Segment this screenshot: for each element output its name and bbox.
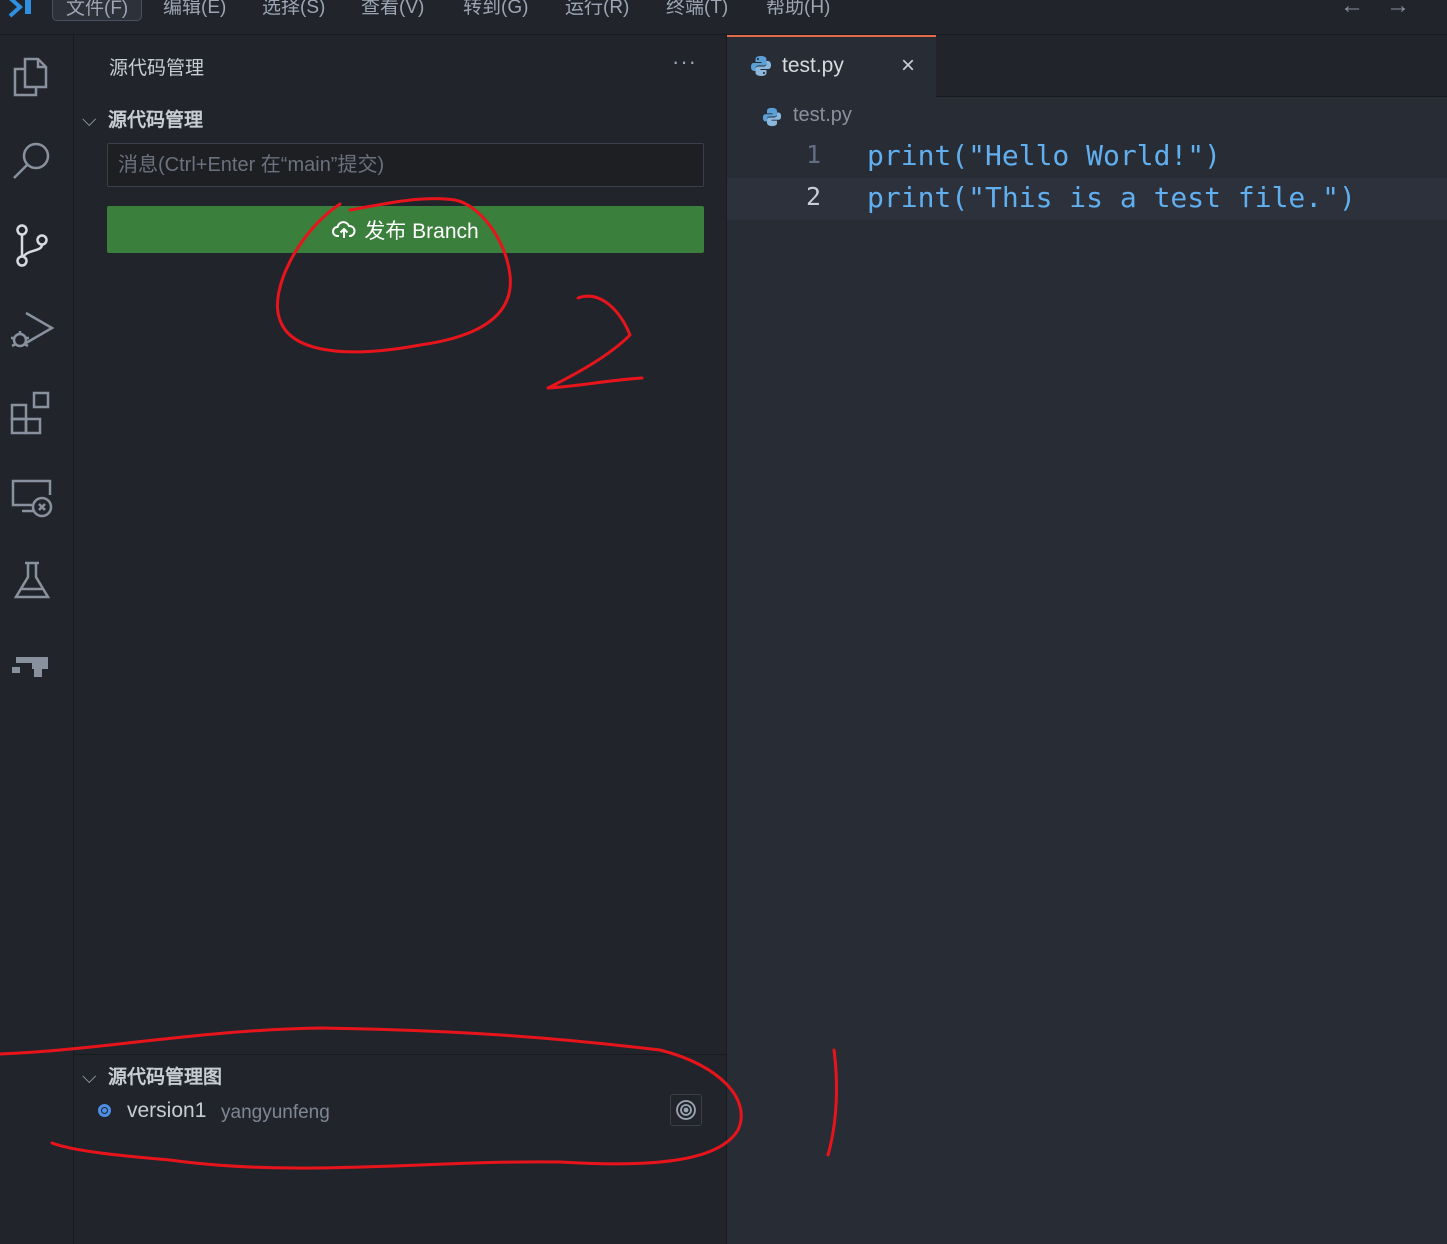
menu-terminal[interactable]: 终端(T) bbox=[653, 0, 741, 21]
graph-commit-row[interactable]: version1 yangyunfeng bbox=[96, 1094, 706, 1129]
code-line[interactable]: 1 print("Hello World!") bbox=[727, 136, 1447, 178]
chevron-down-icon: ⌵ bbox=[82, 1067, 97, 1088]
code-text: print("Hello World!") bbox=[867, 139, 1222, 172]
publish-branch-label: 发布 Branch bbox=[364, 219, 479, 243]
menu-go[interactable]: 转到(G) bbox=[450, 0, 541, 21]
menu-view[interactable]: 查看(V) bbox=[348, 0, 437, 21]
menu-run[interactable]: 运行(R) bbox=[552, 0, 642, 21]
line-number: 1 bbox=[805, 140, 821, 169]
back-arrow-icon[interactable]: ← bbox=[1340, 0, 1364, 20]
menu-selection[interactable]: 选择(S) bbox=[249, 0, 338, 21]
explorer-icon[interactable] bbox=[8, 53, 56, 101]
menu-file[interactable]: 文件(F) bbox=[52, 0, 143, 21]
tab-test-py[interactable]: test.py × bbox=[727, 35, 936, 97]
testing-icon[interactable] bbox=[8, 557, 56, 605]
source-control-icon[interactable] bbox=[8, 221, 56, 269]
python-file-icon bbox=[751, 56, 771, 76]
activity-bar bbox=[0, 35, 74, 1244]
scm-section-header[interactable]: ⌵ 源代码管理 bbox=[82, 105, 203, 132]
target-icon[interactable] bbox=[670, 1094, 702, 1126]
tab-bar: test.py × bbox=[727, 35, 1447, 97]
vscode-logo bbox=[8, 0, 31, 18]
forward-arrow-icon[interactable]: → bbox=[1386, 0, 1410, 20]
gitlens-icon[interactable] bbox=[8, 641, 56, 689]
menu-edit[interactable]: 编辑(E) bbox=[150, 0, 239, 21]
scm-graph-section-label: 源代码管理图 bbox=[108, 1067, 223, 1088]
run-debug-icon[interactable] bbox=[8, 305, 56, 353]
menu-bar: 文件(F) 编辑(E) 选择(S) 查看(V) 转到(G) 运行(R) 终端(T… bbox=[0, 0, 1447, 35]
commit-message-input[interactable] bbox=[107, 143, 704, 187]
code-line-current[interactable]: 2 print("This is a test file.") bbox=[727, 178, 1447, 220]
section-divider bbox=[74, 1054, 726, 1055]
chevron-down-icon: ⌵ bbox=[82, 110, 97, 131]
commit-dot-icon bbox=[98, 1104, 111, 1117]
commit-author: yangyunfeng bbox=[221, 1102, 330, 1123]
scm-section-label: 源代码管理 bbox=[108, 110, 204, 131]
more-actions-icon[interactable]: ··· bbox=[672, 49, 697, 75]
cloud-upload-icon bbox=[332, 220, 356, 238]
source-control-sidebar: 源代码管理 ··· ⌵ 源代码管理 发布 Branch ⌵ 源代码管理图 versi… bbox=[74, 35, 727, 1244]
scm-graph-section-header[interactable]: ⌵ 源代码管理图 bbox=[82, 1062, 222, 1089]
commit-name: version1 bbox=[127, 1099, 207, 1122]
menu-help[interactable]: 帮助(H) bbox=[753, 0, 843, 21]
remote-explorer-icon[interactable] bbox=[8, 473, 56, 521]
close-icon[interactable]: × bbox=[901, 52, 915, 80]
sidebar-title: 源代码管理 bbox=[109, 58, 205, 79]
breadcrumb-file: test.py bbox=[793, 104, 852, 126]
line-number: 2 bbox=[805, 182, 821, 211]
tab-label: test.py bbox=[782, 54, 844, 77]
publish-branch-button[interactable]: 发布 Branch bbox=[107, 206, 704, 253]
python-file-icon bbox=[762, 107, 782, 127]
editor-area: test.py × test.py 1 print("Hello World!"… bbox=[727, 35, 1447, 1244]
code-text: print("This is a test file.") bbox=[867, 181, 1356, 214]
extensions-icon[interactable] bbox=[8, 389, 56, 437]
search-icon[interactable] bbox=[8, 137, 56, 185]
